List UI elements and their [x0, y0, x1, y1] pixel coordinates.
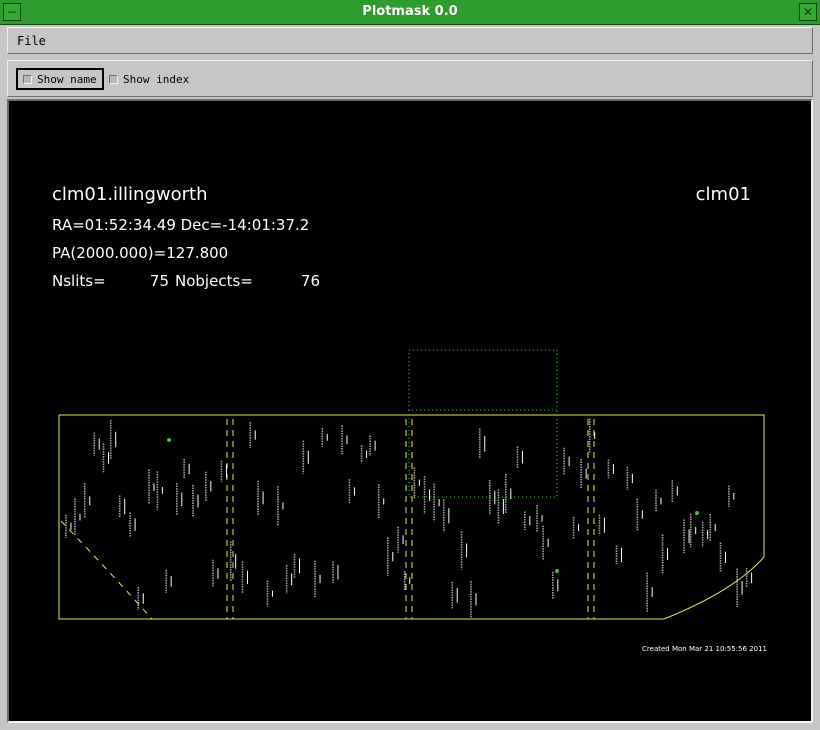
ccd-gaps: [226, 419, 595, 619]
position-angle: PA(2000.000)=127.800: [52, 244, 228, 262]
show-index-label: Show index: [123, 72, 190, 86]
mask-plot: clm01.illingworth clm01 RA=01:52:34.49 D…: [52, 184, 767, 653]
nobjects-label: Nobjects=: [175, 272, 253, 290]
slit-layer: [65, 418, 753, 618]
guide-star-marker: [695, 511, 699, 515]
checkbox-icon: [23, 74, 32, 84]
nslits-label: Nslits=: [52, 272, 106, 290]
nobjects-value: 76: [301, 272, 320, 290]
mask-id: clm01: [696, 184, 751, 205]
toolbar: Show name Show index: [7, 60, 813, 97]
mask-name: clm01.illingworth: [52, 184, 208, 205]
show-name-checkbox[interactable]: Show name: [16, 68, 104, 90]
show-name-label: Show name: [37, 72, 97, 86]
created-timestamp: Created Mon Mar 21 10:55:56 2011: [642, 645, 767, 653]
guider-box: [408, 349, 558, 498]
ra-dec: RA=01:52:34.49 Dec=-14:01:37.2: [52, 216, 309, 234]
guide-star-marker: [167, 438, 171, 442]
menu-bar: File: [7, 27, 813, 54]
nslits-value: 75: [150, 272, 169, 290]
title-bar: − Plotmask 0.0 ✕: [0, 0, 820, 25]
mask-plot-canvas[interactable]: clm01.illingworth clm01 RA=01:52:34.49 D…: [7, 99, 813, 723]
window-title: Plotmask 0.0: [362, 4, 458, 19]
close-window-button[interactable]: ✕: [799, 3, 817, 21]
guide-star-marker: [555, 569, 559, 573]
menu-file[interactable]: File: [17, 34, 46, 48]
checkbox-icon: [109, 74, 118, 84]
show-index-checkbox[interactable]: Show index: [104, 68, 194, 90]
